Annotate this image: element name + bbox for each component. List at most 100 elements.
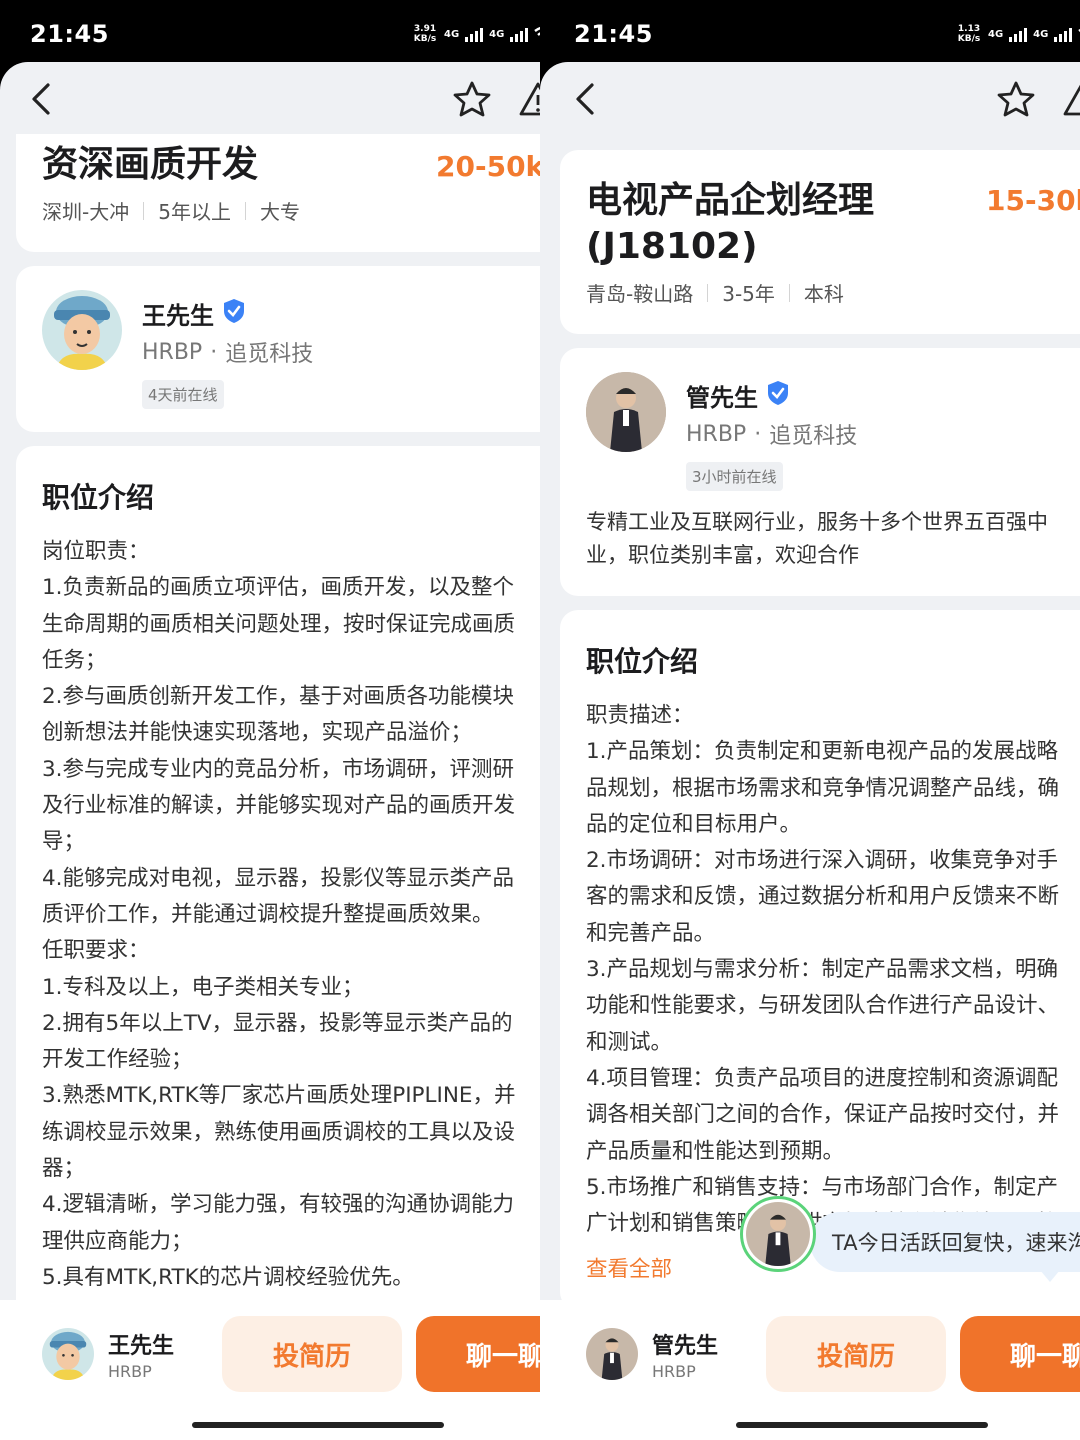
description-line: 2.参与画质创新开发工作，基于对画质各功能模块 <box>42 684 515 710</box>
home-indicator[interactable] <box>192 1422 444 1428</box>
job-meta: 深圳-大冲 5年以上 大专 <box>42 196 300 225</box>
job-location: 青岛-鞍山路 <box>586 282 694 306</box>
job-experience: 5年以上 <box>158 200 231 224</box>
nav-bar <box>0 62 540 134</box>
job-experience: 3-5年 <box>722 282 775 306</box>
back-icon[interactable] <box>26 82 56 116</box>
description-line: 5.具有MTK,RTK的芯片调校经验优先。 <box>42 1264 414 1290</box>
recruiter-role: HRBP · 追觅科技 <box>142 339 314 368</box>
network-type-2: 4G <box>489 28 505 40</box>
description-line: 1.负责新品的画质立项评估，画质开发，以及整个 <box>42 575 515 601</box>
description-line: 功能和性能要求，与研发团队合作进行产品设计、 <box>586 993 1060 1019</box>
description-line: 调各相关部门之间的合作，保证产品按时交付，并 <box>586 1102 1060 1128</box>
signal-icon <box>465 26 484 42</box>
job-title: 电视产品企划经理 (J18102) <box>586 180 875 267</box>
status-time: 21:45 <box>574 20 653 48</box>
chat-button[interactable]: 聊一聊 <box>416 1316 540 1392</box>
star-icon[interactable] <box>996 80 1036 118</box>
signal-icon-2 <box>1054 26 1073 42</box>
description-line: 质评价工作，并能通过调校提升整提画质效果。 <box>42 901 494 927</box>
job-description-card: 职位介绍 职责描述： 1.产品策划：负责制定和更新电视产品的发展战略 品规划，根… <box>560 610 1080 1310</box>
description-line: 练调校显示效果，熟练使用画质调校的工具以及设 <box>42 1119 516 1145</box>
online-status-badge: 4天前在线 <box>142 380 224 409</box>
description-line: 品规划，根据市场需求和竞争情况调整产品线，确 <box>586 775 1060 801</box>
job-summary-card: 电视产品企划经理 (J18102) 15-30k 青岛-鞍山路 3-5年 本科 <box>560 150 1080 334</box>
home-indicator[interactable] <box>736 1422 988 1428</box>
status-icons: 1.13 KB/s 4G 4G <box>956 24 1080 44</box>
status-bar: 21:45 1.13 KB/s 4G 4G <box>540 0 1080 62</box>
chat-button[interactable]: 聊一聊 <box>960 1316 1080 1392</box>
report-icon[interactable] <box>1062 80 1080 118</box>
status-bar: 21:45 3.91 KB/s 4G 4G <box>0 0 540 62</box>
section-title: 职位介绍 <box>586 645 699 678</box>
description-line: 4.项目管理：负责产品项目的进度控制和资源调配 <box>586 1065 1059 1091</box>
recruiter-card[interactable]: 王先生 HRBP · 追觅科技 4天前在线 <box>16 266 540 432</box>
bottom-recruiter-name: 管先生 <box>652 1334 719 1359</box>
network-speed: 1.13 KB/s <box>957 24 981 44</box>
bottom-recruiter-role: HRBP <box>652 1362 696 1381</box>
description-line: 创新想法并能快速实现落地，实现产品溢价； <box>42 720 473 746</box>
bottom-recruiter-name: 王先生 <box>108 1334 175 1359</box>
recruiter-avatar <box>42 290 122 370</box>
toast-tail <box>1040 1270 1060 1282</box>
description-line: 产品质量和性能达到预期。 <box>586 1138 845 1164</box>
section-title: 职位介绍 <box>42 481 155 514</box>
description-line: 器； <box>42 1156 86 1182</box>
description-line: 品的定位和目标用户。 <box>586 811 802 837</box>
job-education: 本科 <box>803 282 844 306</box>
signal-icon-2 <box>510 26 529 42</box>
description-line: 4.能够完成对电视，显示器，投影仪等显示类产品 <box>42 865 515 891</box>
description-line: 5.市场推广和销售支持：与市场部门合作，制定产 <box>586 1174 1059 1200</box>
recruiter-avatar <box>586 372 666 452</box>
recruiter-avatar-small <box>42 1328 94 1380</box>
description-line: 3.产品规划与需求分析：制定产品需求文档，明确 <box>586 957 1059 983</box>
job-education: 大专 <box>259 200 300 224</box>
recruiter-card[interactable]: 管先生 HRBP · 追觅科技 3小时前在线 专精工业及互联网行业，服务十多个世界五… <box>560 348 1080 596</box>
description-line: 2.市场调研：对市场进行深入调研，收集竞争对手 <box>586 848 1059 874</box>
right-screenshot: 21:45 1.13 KB/s 4G 4G 电视产品企划经理 (J18102) 1… <box>540 0 1080 1440</box>
description-line: 生命周期的画质相关问题处理，按时保证完成画质 <box>42 611 516 637</box>
description-line: 1.产品策划：负责制定和更新电视产品的发展战略 <box>586 739 1059 765</box>
bottom-action-bar: 管先生 HRBP 投简历 聊一聊 <box>540 1300 1080 1440</box>
description-line: 2.拥有5年以上TV，显示器，投影等显示类产品的 <box>42 1010 513 1036</box>
recruiter-role: HRBP · 追觅科技 <box>686 421 858 450</box>
bottom-action-bar: 王先生 HRBP 投简历 聊一聊 <box>0 1300 540 1440</box>
report-icon[interactable] <box>518 80 540 118</box>
description-line: 3.熟悉MTK,RTK等厂家芯片画质处理PIPLINE，并 <box>42 1083 516 1109</box>
back-icon[interactable] <box>570 82 600 116</box>
recruiter-name: 王先生 <box>142 302 214 330</box>
network-type: 4G <box>444 28 460 40</box>
bottom-recruiter-role: HRBP <box>108 1362 152 1381</box>
toast-avatar <box>740 1196 816 1272</box>
view-all-link[interactable]: 查看全部 <box>586 1252 672 1283</box>
description-line: 岗位职责： <box>42 539 150 564</box>
status-icons: 3.91 KB/s 4G 4G <box>412 24 540 44</box>
verified-icon <box>224 299 244 323</box>
star-icon[interactable] <box>452 80 492 118</box>
network-speed: 3.91 KB/s <box>413 24 437 44</box>
job-description: 职责描述： 1.产品策划：负责制定和更新电视产品的发展战略 品规划，根据市场需求… <box>586 698 1080 1242</box>
salary: 20-50k· <box>436 150 540 183</box>
send-resume-button[interactable]: 投简历 <box>766 1316 946 1392</box>
verified-icon <box>768 381 788 405</box>
job-description-card: 职位介绍 岗位职责： 1.负责新品的画质立项评估，画质开发，以及整个 生命周期的… <box>16 446 540 1346</box>
status-time: 21:45 <box>30 20 109 48</box>
job-meta: 青岛-鞍山路 3-5年 本科 <box>586 278 844 307</box>
recruiter-avatar-small <box>586 1328 638 1380</box>
job-description: 岗位职责： 1.负责新品的画质立项评估，画质开发，以及整个 生命周期的画质相关问… <box>42 534 540 1296</box>
send-resume-button[interactable]: 投简历 <box>222 1316 402 1392</box>
network-type-2: 4G <box>1033 28 1049 40</box>
left-screenshot: 21:45 3.91KB/s 4G 4G 资深画质开发 20-50k· 深圳-大… <box>0 0 540 1440</box>
description-line: 4.逻辑清晰，学习能力强，有较强的沟通协调能力 <box>42 1192 515 1218</box>
job-summary-card: 资深画质开发 20-50k· 深圳-大冲 5年以上 大专 <box>16 134 540 252</box>
job-location: 深圳-大冲 <box>42 200 130 224</box>
salary: 15-30k <box>986 184 1080 217</box>
job-title: 资深画质开发 <box>42 144 259 185</box>
network-type: 4G <box>988 28 1004 40</box>
recruiter-name: 管先生 <box>686 384 758 412</box>
description-line: 开发工作经验； <box>42 1047 193 1073</box>
nav-bar <box>540 62 1080 134</box>
description-line: 和测试。 <box>586 1029 673 1055</box>
signal-icon <box>1009 26 1028 42</box>
description-line: 职责描述： <box>586 703 694 728</box>
